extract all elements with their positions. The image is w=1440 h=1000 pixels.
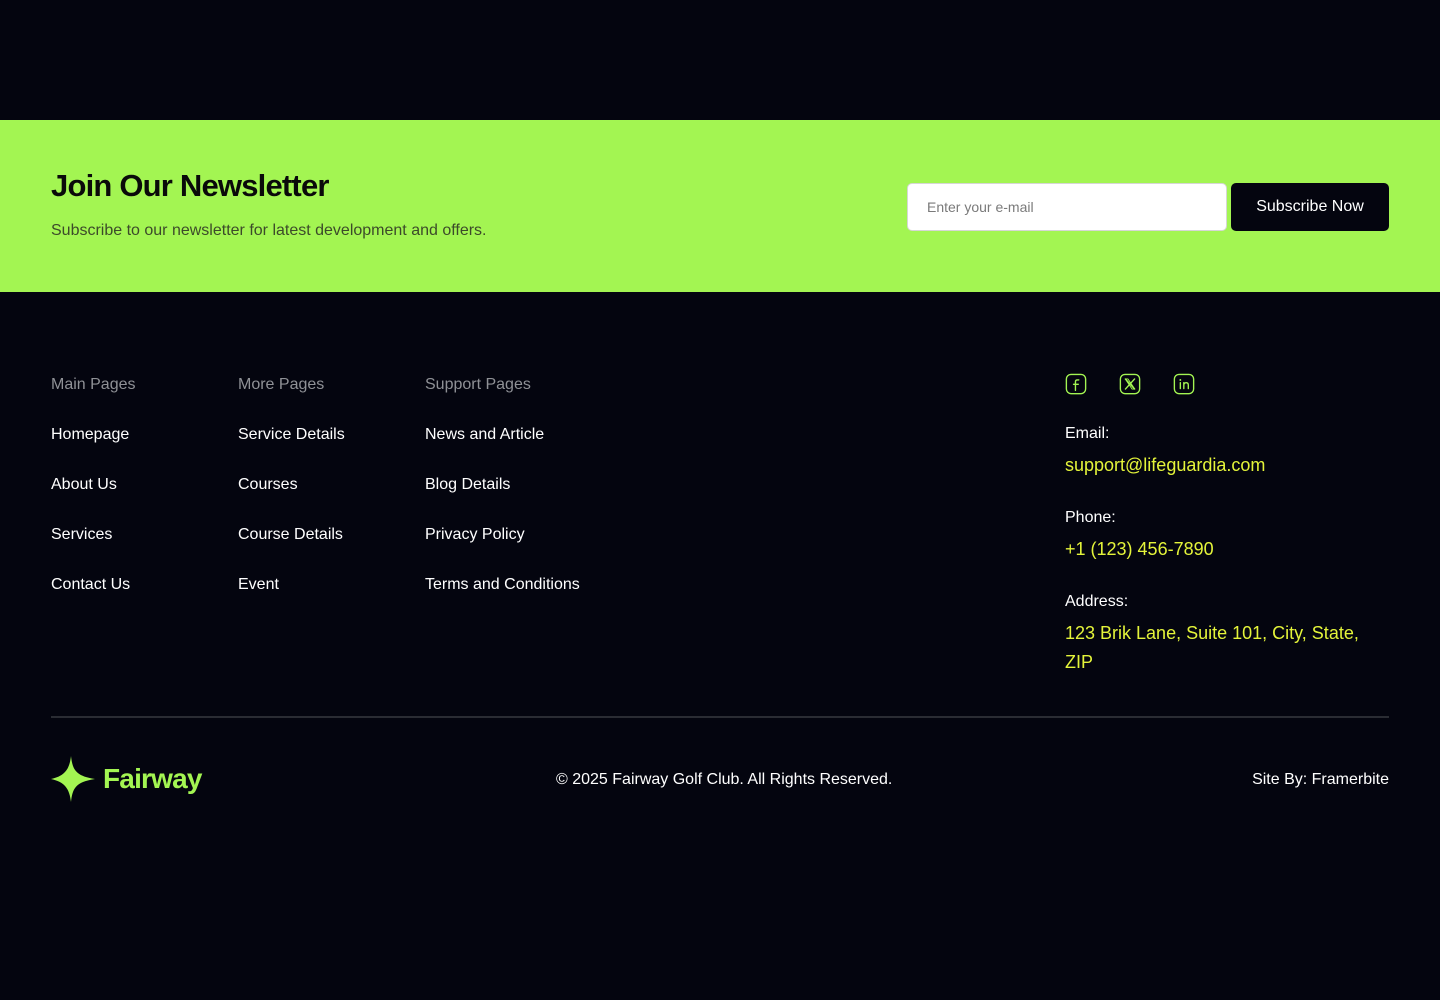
link-service-details[interactable]: Service Details (238, 426, 345, 443)
copyright-text: © 2025 Fairway Golf Club. All Rights Res… (556, 771, 893, 788)
column-heading: Support Pages (425, 376, 531, 393)
link-homepage[interactable]: Homepage (51, 426, 129, 443)
x-twitter-link[interactable] (1119, 373, 1141, 395)
footer-page: Join Our Newsletter Subscribe to our new… (0, 0, 1440, 1000)
link-blog-details[interactable]: Blog Details (425, 476, 510, 493)
social-links (1065, 373, 1195, 395)
more-pages-column: More Pages Service Details Courses Cours… (238, 375, 345, 625)
support-pages-column: Support Pages News and Article Blog Deta… (425, 375, 580, 625)
newsletter-subtitle: Subscribe to our newsletter for latest d… (51, 222, 487, 239)
address-label: Address: (1065, 593, 1129, 610)
link-terms-and-conditions[interactable]: Terms and Conditions (425, 576, 580, 593)
logo-text: Fairway (103, 763, 202, 794)
facebook-icon (1065, 373, 1087, 395)
link-contact-us[interactable]: Contact Us (51, 576, 130, 593)
main-pages-column: Main Pages Homepage About Us Services Co… (51, 375, 136, 625)
phone-label: Phone: (1065, 509, 1116, 526)
column-heading: Main Pages (51, 376, 136, 393)
link-privacy-policy[interactable]: Privacy Policy (425, 526, 525, 543)
x-twitter-icon (1119, 373, 1141, 395)
link-course-details[interactable]: Course Details (238, 526, 343, 543)
link-courses[interactable]: Courses (238, 476, 298, 493)
link-news-and-article[interactable]: News and Article (425, 426, 544, 443)
fairway-logo[interactable]: Fairway (51, 756, 202, 802)
phone-link[interactable]: +1 (123) 456-7890 (1065, 535, 1390, 564)
star-sparkle-icon (51, 756, 95, 802)
footer-divider (51, 716, 1389, 718)
email-label: Email: (1065, 425, 1110, 442)
subscribe-button[interactable]: Subscribe Now (1231, 183, 1389, 231)
contact-email: Email: support@lifeguardia.com (1065, 424, 1390, 480)
linkedin-icon (1173, 373, 1195, 395)
email-input[interactable] (907, 183, 1227, 231)
column-heading: More Pages (238, 376, 325, 393)
link-about-us[interactable]: About Us (51, 476, 117, 493)
link-services[interactable]: Services (51, 526, 112, 543)
link-event[interactable]: Event (238, 576, 279, 593)
contact-address: Address: 123 Brik Lane, Suite 101, City,… (1065, 592, 1390, 677)
linkedin-link[interactable] (1173, 373, 1195, 395)
facebook-link[interactable] (1065, 373, 1087, 395)
email-link[interactable]: support@lifeguardia.com (1065, 451, 1390, 480)
newsletter-title: Join Our Newsletter (51, 168, 329, 203)
address-value: 123 Brik Lane, Suite 101, City, State, Z… (1065, 623, 1359, 672)
contact-phone: Phone: +1 (123) 456-7890 (1065, 508, 1390, 564)
site-by-link[interactable]: Site By: Framerbite (1252, 770, 1389, 790)
